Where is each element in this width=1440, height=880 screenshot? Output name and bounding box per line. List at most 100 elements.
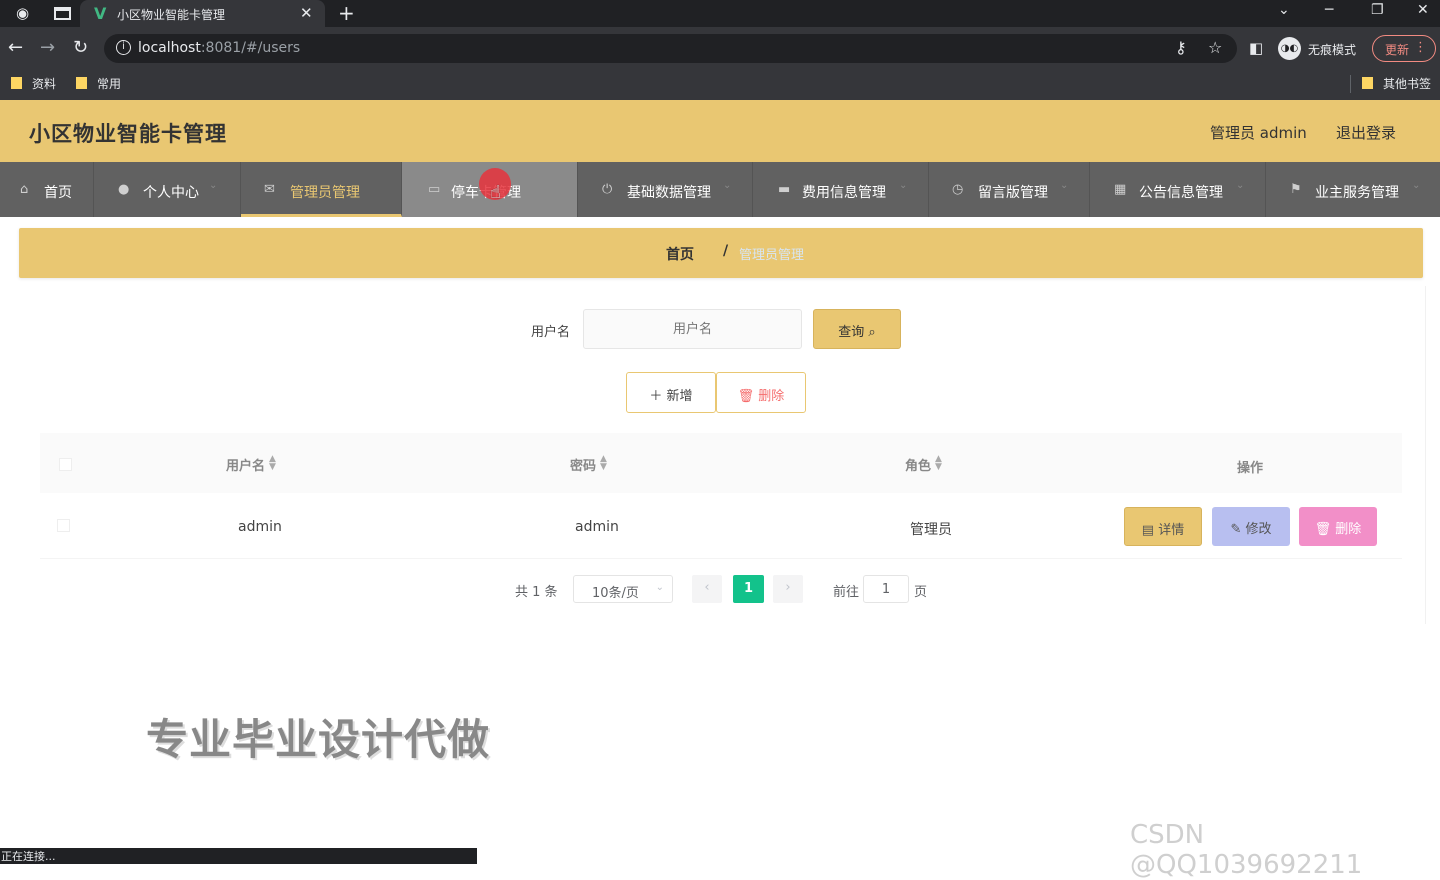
reload-icon[interactable]: ↻ — [73, 37, 88, 58]
goto-label: 前往 — [833, 585, 860, 600]
app-title: 小区物业智能卡管理 — [29, 122, 227, 146]
nav-label: 基础数据管理 — [627, 185, 711, 201]
csdn-watermark: CSDN @QQ1039692211 — [1130, 820, 1363, 880]
nav-fee-info[interactable]: ▬ 费用信息管理 ⌄ — [753, 162, 929, 217]
bookmark-folder-2[interactable]: 常用 — [76, 75, 121, 92]
forward-icon[interactable]: → — [40, 37, 55, 58]
tab-search-icon[interactable] — [54, 7, 71, 20]
nav-owner-service[interactable]: ⚑ 业主服务管理 ⌄ — [1266, 162, 1440, 217]
address-bar[interactable]: i localhost:8081/#/users ⚷ ☆ — [104, 34, 1237, 63]
sort-icon[interactable]: ▲ ▼ — [600, 455, 607, 472]
bookmark-label: 其他书签 — [1383, 77, 1432, 91]
tab-close-icon[interactable]: ✕ — [300, 4, 313, 22]
new-tab-icon[interactable]: + — [338, 1, 355, 25]
page-size-select[interactable]: 10条/页 ⌄ — [573, 575, 673, 603]
nav-announcement[interactable]: ▦ 公告信息管理 ⌄ — [1090, 162, 1266, 217]
clock-icon: ◷ — [952, 182, 964, 197]
table-header: 用户名 ▲ ▼ 密码 ▲ ▼ 角色 ▲ ▼ 操作 — [40, 433, 1402, 493]
pagination-total: 共 1 条 — [515, 585, 558, 600]
nav-admin-management[interactable]: ✉ 管理员管理 — [241, 162, 402, 217]
add-button[interactable]: ＋ 新增 — [626, 372, 716, 413]
query-button[interactable]: 查询 ⌕ — [813, 309, 901, 349]
tab-list-chevron-icon[interactable]: ⌄ — [1278, 2, 1290, 18]
bookmark-star-icon[interactable]: ☆ — [1208, 38, 1222, 57]
nav-message-board[interactable]: ◷ 留言版管理 ⌄ — [929, 162, 1090, 217]
prev-page-button[interactable]: ‹ — [692, 575, 722, 603]
app-header: 小区物业智能卡管理 管理员 admin 退出登录 — [0, 100, 1440, 162]
nav-home[interactable]: ⌂ 首页 — [0, 162, 94, 217]
bookmark-label: 常用 — [97, 77, 122, 91]
chevron-down-icon: ⌄ — [655, 582, 664, 593]
username-label: 用户名 — [531, 325, 571, 340]
browser-tab-strip: ◉ V 小区物业智能卡管理 ✕ + ⌄ ─ ❐ ✕ — [0, 0, 1440, 27]
other-bookmarks[interactable]: 其他书签 — [1362, 75, 1431, 92]
breadcrumb-home[interactable]: 首页 — [666, 244, 694, 264]
url-path: :8081/#/users — [200, 40, 301, 56]
vue-logo-icon: V — [94, 4, 107, 23]
browser-tab-title[interactable]: 小区物业智能卡管理 — [117, 6, 225, 23]
window-close-icon[interactable]: ✕ — [1417, 2, 1429, 18]
folder-icon — [76, 77, 87, 89]
next-page-button[interactable]: › — [773, 575, 803, 603]
page-suffix: 页 — [914, 585, 928, 600]
site-info-icon[interactable]: i — [116, 40, 131, 55]
nav-personal-center[interactable]: ● 个人中心 ⌄ — [94, 162, 241, 217]
bookmarks-bar: 资料 常用 其他书签 — [0, 70, 1440, 100]
update-button[interactable]: 更新 ⋮ — [1372, 35, 1436, 62]
batch-delete-button[interactable]: 🗑 删除 — [716, 372, 806, 413]
promo-watermark: 专业毕业设计代做 — [146, 715, 491, 764]
username-search-input[interactable] — [583, 309, 802, 349]
minimize-icon[interactable]: ─ — [1325, 2, 1333, 18]
detail-button[interactable]: ▤ 详情 — [1124, 507, 1202, 546]
browser-globe-icon[interactable]: ◉ — [14, 5, 31, 22]
logout-link[interactable]: 退出登录 — [1336, 122, 1396, 143]
restore-icon[interactable]: ❐ — [1371, 2, 1384, 18]
update-label: 更新 — [1385, 43, 1410, 57]
nav-label: 费用信息管理 — [802, 185, 886, 201]
select-all-checkbox[interactable] — [59, 458, 72, 471]
sort-icon[interactable]: ▲ ▼ — [935, 455, 942, 472]
bookmark-folder-1[interactable]: 资料 — [11, 75, 56, 92]
nav-label: 个人中心 — [143, 185, 199, 201]
chevron-down-icon: ⌄ — [1236, 180, 1245, 191]
bookmarks-divider — [1350, 75, 1351, 93]
chevron-down-icon: ⌄ — [723, 180, 732, 191]
nav-label: 公告信息管理 — [1139, 185, 1223, 201]
column-label: 用户名 — [226, 459, 266, 474]
nav-label: 首页 — [44, 185, 72, 201]
chevron-down-icon: ⌄ — [899, 180, 908, 191]
user-icon: ● — [118, 182, 130, 197]
breadcrumb-current: 管理员管理 — [739, 248, 805, 263]
breadcrumb-separator: / — [723, 243, 729, 259]
cell-password: admin — [575, 519, 619, 535]
incognito-icon[interactable]: ◑◐ — [1278, 37, 1301, 60]
column-header-username[interactable]: 用户名 ▲ ▼ — [226, 455, 276, 475]
power-icon: ⏻ — [602, 182, 613, 197]
nav-basic-data[interactable]: ⏻ 基础数据管理 ⌄ — [578, 162, 753, 217]
key-icon[interactable]: ⚷ — [1175, 38, 1187, 57]
chevron-down-icon: ⌄ — [1060, 180, 1069, 191]
incognito-label[interactable]: 无痕模式 — [1308, 41, 1356, 58]
hand-cursor-icon: ☝ — [490, 182, 501, 203]
column-header-role[interactable]: 角色 ▲ ▼ — [905, 455, 942, 475]
side-panel-icon[interactable]: ◧ — [1249, 39, 1263, 57]
url-text[interactable]: localhost:8081/#/users — [138, 40, 300, 56]
back-icon[interactable]: ← — [8, 37, 23, 58]
column-header-actions: 操作 — [1237, 461, 1264, 476]
column-header-password[interactable]: 密码 ▲ ▼ — [570, 455, 607, 475]
browser-status-bar: 正在连接... — [0, 848, 477, 864]
goto-page-input[interactable]: 1 — [863, 575, 909, 603]
row-checkbox[interactable] — [57, 519, 70, 532]
chevron-down-icon: ⌄ — [209, 180, 218, 191]
delete-button[interactable]: 🗑 删除 — [1299, 507, 1377, 546]
home-icon: ⌂ — [20, 182, 29, 197]
table-row: admin admin 管理员 ▤ 详情 ✎ 修改 🗑 删除 — [40, 493, 1402, 559]
folder-icon — [1362, 77, 1373, 89]
nav-label: 留言版管理 — [978, 185, 1048, 201]
page-number-current[interactable]: 1 — [733, 575, 764, 603]
menu-dots-icon[interactable]: ⋮ — [1414, 40, 1427, 55]
cell-username: admin — [238, 519, 282, 535]
url-host: localhost — [138, 40, 201, 56]
sort-icon[interactable]: ▲ ▼ — [269, 455, 276, 472]
edit-button[interactable]: ✎ 修改 — [1212, 507, 1290, 546]
